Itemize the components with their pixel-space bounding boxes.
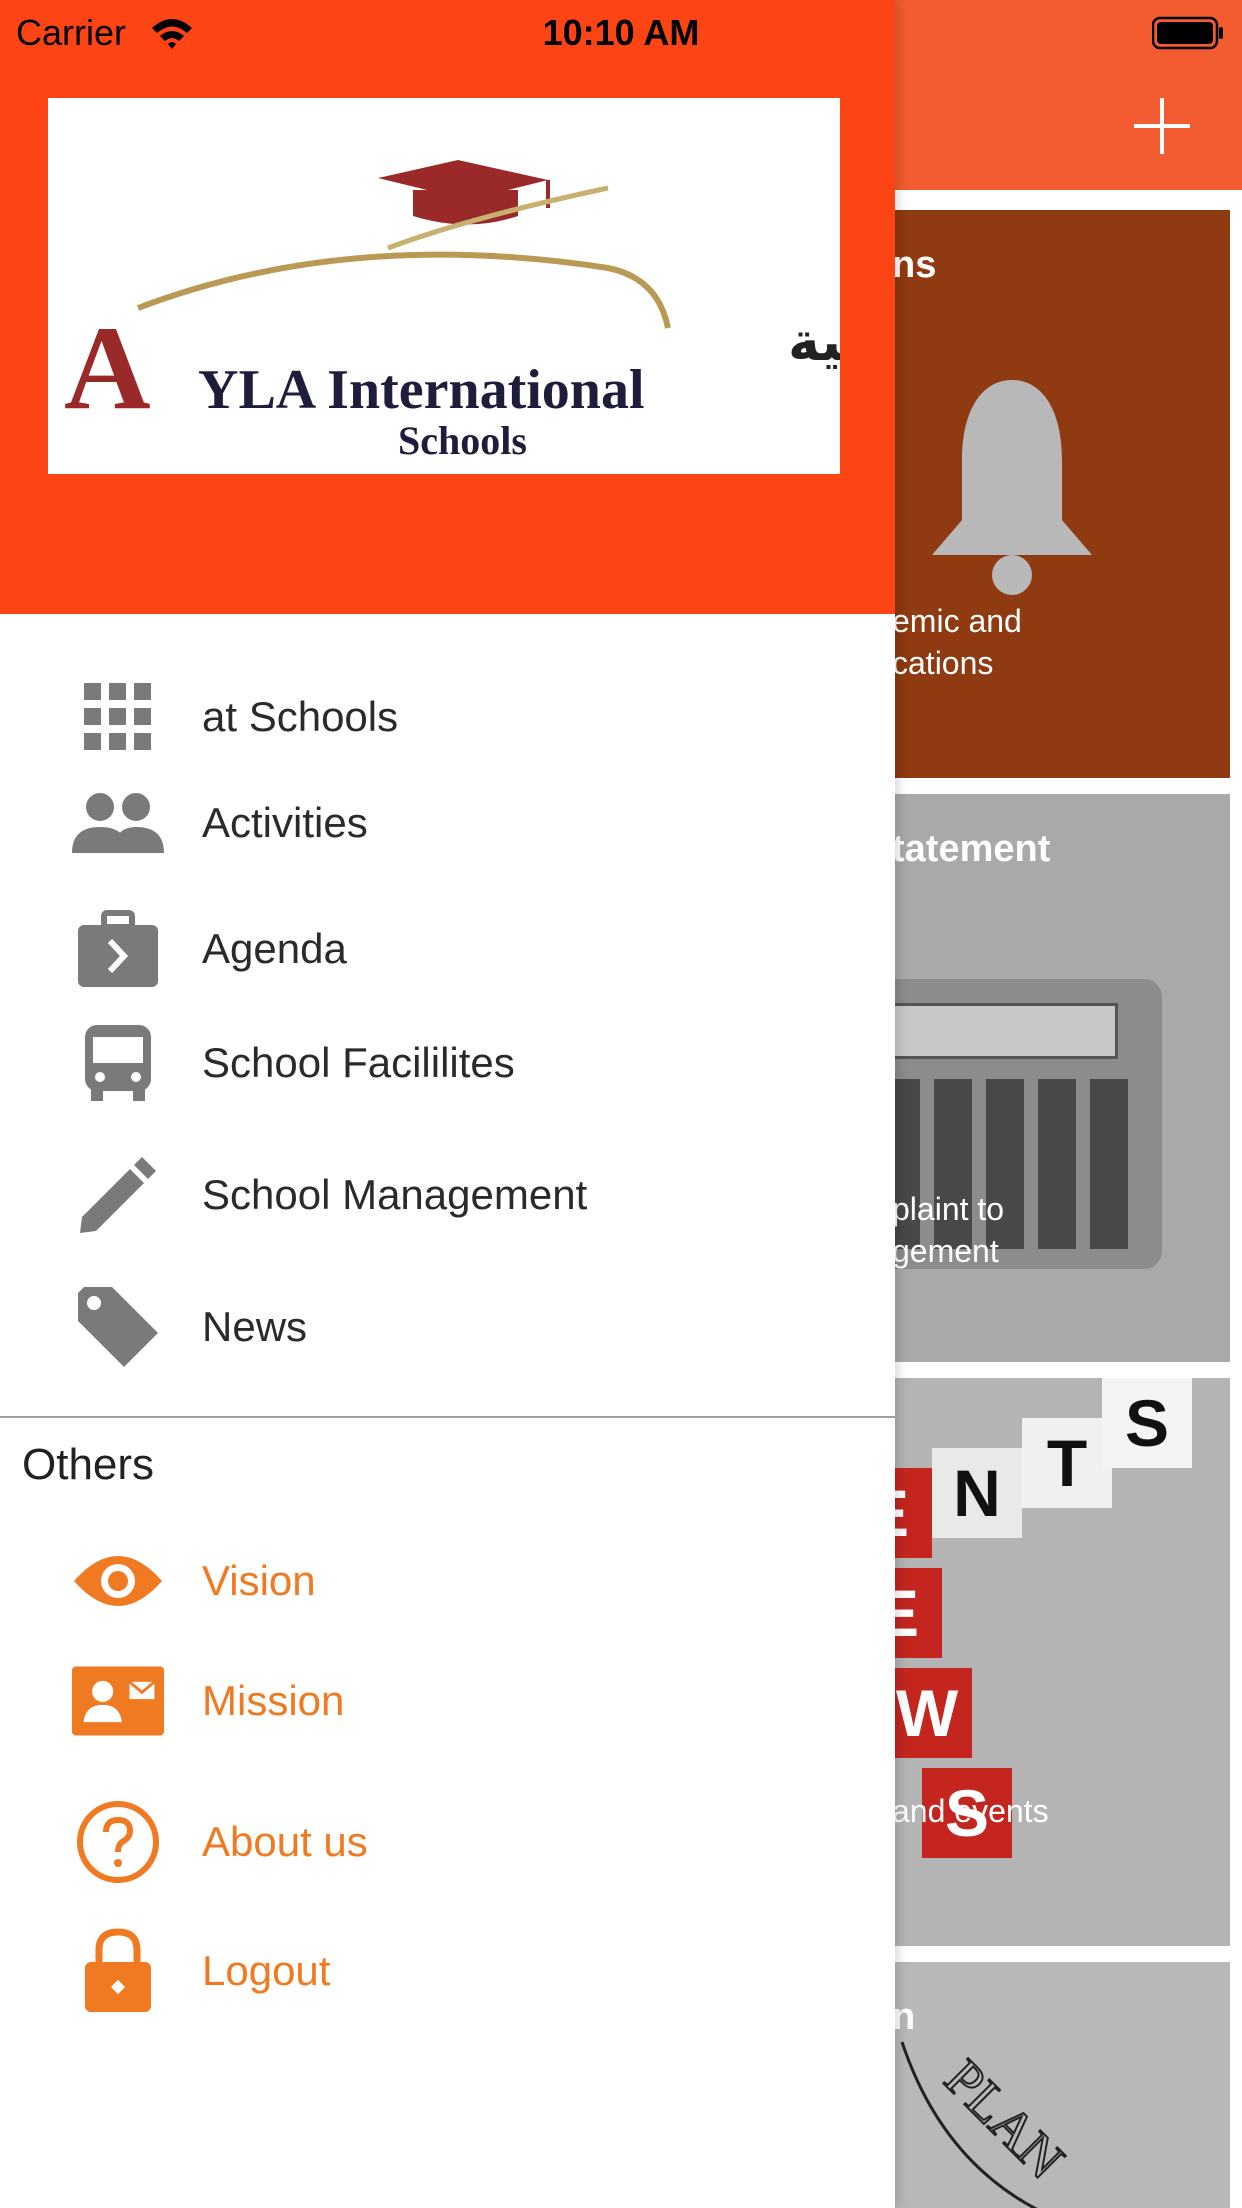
tile-notifications[interactable]: ns emic and cations <box>862 210 1230 778</box>
tile-complaint[interactable]: tatement plaint to gement <box>862 794 1230 1362</box>
menu-item-school-facilities[interactable]: School Facililites <box>0 1018 895 1108</box>
briefcase-icon <box>72 904 164 994</box>
drawer-header: A مدارس آيلا العالمية YLA International … <box>0 0 1242 614</box>
menu-item-news[interactable]: News <box>0 1282 895 1372</box>
plan-text: PLAN <box>934 2048 1076 2190</box>
menu-label: Mission <box>202 1677 345 1724</box>
menu-label: Activities <box>202 799 368 846</box>
tile-title: tatement <box>892 828 1051 870</box>
tag-icon <box>72 1282 164 1372</box>
menu-label: School Facililites <box>202 1039 515 1086</box>
lock-icon <box>72 1926 164 2016</box>
menu-label: School Management <box>202 1171 588 1218</box>
pencil-icon <box>72 1150 164 1240</box>
battery-icon <box>1152 16 1223 50</box>
tile-title: ns <box>892 244 937 286</box>
menu-label: News <box>202 1303 308 1350</box>
news-cube: N <box>932 1448 1022 1538</box>
plan-image: PLAN <box>900 2041 1077 2208</box>
tile-news-events[interactable]: E N T S E W S and events <box>862 1378 1230 1946</box>
bus-icon <box>72 1018 164 1108</box>
grid-icon <box>72 672 164 762</box>
tile-caption: and events <box>892 1793 1049 1829</box>
logo-english-line1: YLA International <box>198 359 645 421</box>
logo-english-line2: Schools <box>398 418 527 463</box>
help-circle-icon <box>72 1797 164 1887</box>
tile-plan[interactable]: n PLAN <box>862 1962 1230 2208</box>
menu-item-vision[interactable]: Vision <box>0 1536 895 1626</box>
menu-item-agenda[interactable]: Agenda <box>0 904 895 994</box>
menu-item-school-management[interactable]: School Management <box>0 1150 895 1240</box>
clock: 10:10 AM <box>542 12 700 53</box>
menu-label: Agenda <box>202 925 347 972</box>
menu-item-activities[interactable]: Activities <box>0 778 895 868</box>
side-drawer: A مدارس آيلا العالمية YLA International … <box>0 0 1242 2208</box>
add-button[interactable] <box>1134 98 1190 154</box>
others-section-title: Others <box>22 1440 155 1489</box>
logo-letter: A <box>64 301 151 434</box>
logo-arabic: مدارس آيلا العالمية <box>788 308 840 373</box>
menu-label: About us <box>202 1818 368 1865</box>
menu-label: at Schools <box>202 693 399 740</box>
bell-icon <box>932 380 1092 595</box>
news-cube: T <box>1022 1418 1112 1508</box>
section-divider <box>0 1416 895 1418</box>
logo-graphic: A مدارس آيلا العالمية YLA International … <box>64 160 1242 463</box>
school-logo: A مدارس آيلا العالمية YLA International … <box>48 98 1242 474</box>
menu-label: Vision <box>202 1557 316 1604</box>
contact-card-icon <box>72 1656 164 1746</box>
tile-caption: emic and cations <box>892 603 1022 681</box>
menu-item-logout[interactable]: Logout <box>0 1926 895 2016</box>
people-icon <box>72 778 164 868</box>
menu-item-about-us[interactable]: About us <box>0 1797 895 1887</box>
menu-label: Logout <box>202 1947 331 1994</box>
eye-icon <box>72 1536 164 1626</box>
status-bar: Carrier 10:10 AM <box>0 0 1242 66</box>
menu-item-mission[interactable]: Mission <box>0 1656 895 1746</box>
tile-caption: plaint to gement <box>892 1191 1005 1269</box>
menu-item-at-schools[interactable]: at Schools <box>0 672 895 762</box>
news-cube: W <box>882 1668 972 1758</box>
news-cube: S <box>1102 1378 1192 1468</box>
